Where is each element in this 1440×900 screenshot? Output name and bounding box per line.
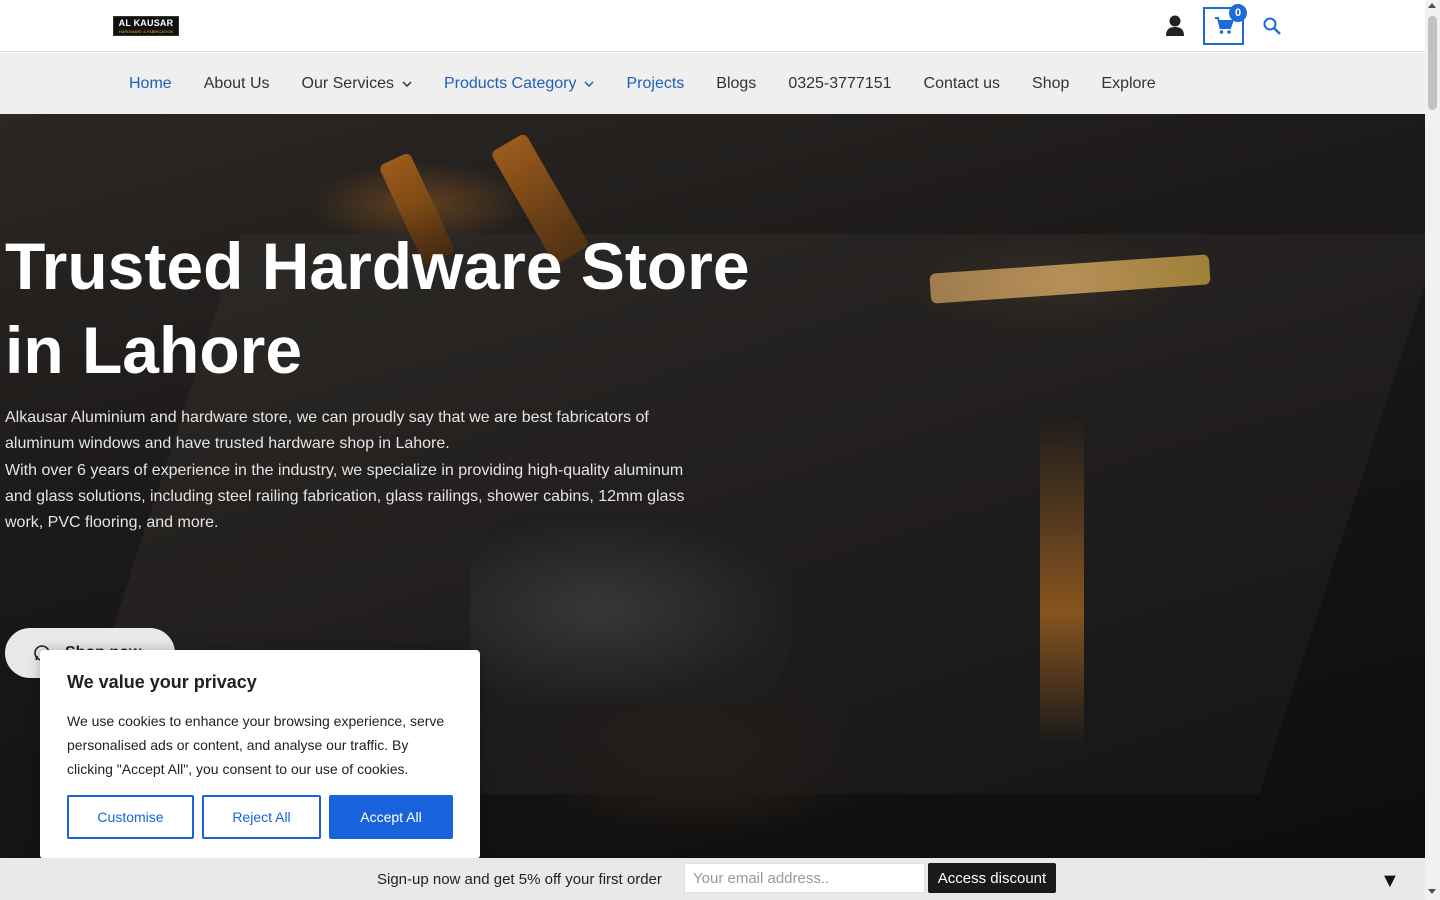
customise-button[interactable]: Customise: [67, 795, 194, 839]
hero-title: Trusted Hardware Store in Lahore: [5, 229, 750, 387]
nav-label: 0325-3777151: [788, 74, 892, 92]
hero-paragraph: Alkausar Aluminium and hardware store, w…: [5, 409, 649, 453]
nav-item-shop[interactable]: Shop: [1016, 75, 1085, 93]
logo-text: AL KAUSAR: [118, 18, 174, 28]
site-logo[interactable]: AL KAUSAR HARDWARE & FABRICATION: [113, 16, 179, 36]
hero-description: Alkausar Aluminium and hardware store, w…: [5, 405, 695, 536]
scrollbar-thumb[interactable]: [1428, 16, 1437, 110]
access-discount-button[interactable]: Access discount: [928, 863, 1056, 893]
signup-discount-bar: Sign-up now and get 5% off your first or…: [0, 858, 1425, 900]
nav-item-our-services[interactable]: Our Services: [286, 75, 428, 93]
chevron-down-icon: [402, 80, 412, 87]
cart-count-badge: 0: [1229, 4, 1247, 22]
shopping-cart-icon: [1214, 17, 1234, 34]
hero-background-clamp: [1040, 414, 1084, 744]
search-icon[interactable]: [1262, 16, 1282, 36]
main-navigation: Home About Us Our Services Products Cate…: [0, 53, 1425, 114]
nav-item-explore[interactable]: Explore: [1085, 75, 1171, 93]
logo-subtext: HARDWARE & FABRICATION: [118, 29, 174, 34]
collapse-toggle-icon[interactable]: ▼: [1380, 871, 1400, 891]
hero-paragraph: With over 6 years of experience in the i…: [5, 461, 685, 532]
nav-item-phone[interactable]: 0325-3777151: [772, 75, 907, 93]
nav-label: Products Category: [443, 74, 577, 92]
nav-label: Home: [129, 74, 172, 92]
site-header: AL KAUSAR HARDWARE & FABRICATION 0: [0, 0, 1425, 52]
nav-label: Projects: [626, 74, 685, 92]
page-scrollbar[interactable]: [1425, 0, 1440, 900]
nav-item-about-us[interactable]: About Us: [188, 75, 286, 93]
email-input[interactable]: [684, 863, 925, 893]
nav-label: Contact us: [923, 74, 1001, 92]
chevron-down-icon: [584, 80, 595, 87]
user-icon[interactable]: [1164, 14, 1186, 38]
nav-item-products-category[interactable]: Products Category: [428, 75, 611, 93]
nav-label: Our Services: [301, 74, 394, 92]
signup-message: Sign-up now and get 5% off your first or…: [377, 871, 662, 888]
hero-background-drill: [470, 514, 790, 704]
nav-label: About Us: [203, 74, 270, 92]
accept-all-button[interactable]: Accept All: [329, 795, 453, 839]
scroll-up-arrow-icon[interactable]: [1428, 3, 1436, 8]
nav-label: Explore: [1101, 74, 1156, 92]
nav-item-blogs[interactable]: Blogs: [700, 75, 772, 93]
nav-item-projects[interactable]: Projects: [610, 75, 700, 93]
nav-label: Blogs: [716, 74, 757, 92]
cookie-text: We use cookies to enhance your browsing …: [67, 713, 445, 777]
nav-label: Shop: [1032, 74, 1070, 92]
reject-all-button[interactable]: Reject All: [202, 795, 321, 839]
nav-item-home[interactable]: Home: [113, 75, 188, 93]
scroll-down-arrow-icon[interactable]: [1428, 889, 1436, 894]
nav-item-contact-us[interactable]: Contact us: [908, 75, 1016, 93]
cookie-consent-dialog: We value your privacy We use cookies to …: [40, 650, 480, 859]
cookie-title: We value your privacy: [67, 672, 257, 692]
